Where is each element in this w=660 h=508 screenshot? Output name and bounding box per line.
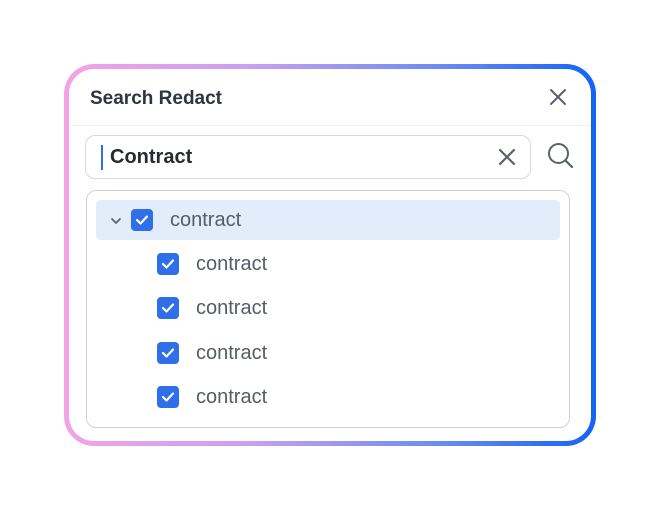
chevron-down-icon — [111, 218, 121, 224]
search-field[interactable] — [85, 135, 531, 179]
dialog-header: Search Redact — [69, 69, 591, 126]
result-group-row[interactable]: contract — [96, 200, 560, 240]
checkmark-icon — [161, 259, 175, 269]
group-label: contract — [170, 209, 242, 231]
result-label: contract — [196, 342, 268, 364]
result-item-row[interactable]: contract — [96, 288, 560, 328]
checkmark-icon — [161, 392, 175, 402]
close-icon — [550, 89, 566, 105]
result-checkbox[interactable] — [157, 253, 179, 275]
close-button[interactable] — [547, 86, 569, 108]
result-item-row[interactable]: contract — [96, 333, 560, 373]
checkmark-icon — [161, 348, 175, 358]
result-label: contract — [196, 386, 268, 408]
result-checkbox[interactable] — [157, 386, 179, 408]
results-panel: contract contract contract contract cont… — [86, 190, 570, 428]
search-icon — [548, 143, 574, 169]
result-item-row[interactable]: contract — [96, 377, 560, 417]
result-checkbox[interactable] — [157, 297, 179, 319]
search-redact-dialog: Search Redact Contract contract contract… — [69, 69, 591, 441]
clear-search-button[interactable] — [497, 147, 517, 167]
clear-icon — [498, 148, 516, 166]
result-item-row[interactable]: contract — [96, 244, 560, 284]
result-label: contract — [196, 253, 268, 275]
search-input[interactable] — [110, 142, 470, 172]
checkmark-icon — [161, 303, 175, 313]
result-checkbox[interactable] — [157, 342, 179, 364]
dialog-gradient-border: Search Redact Contract contract contract… — [64, 64, 596, 446]
group-checkbox[interactable] — [131, 209, 153, 231]
result-label: contract — [196, 297, 268, 319]
search-button[interactable] — [546, 141, 576, 171]
expand-toggle[interactable] — [110, 214, 122, 226]
checkmark-icon — [135, 215, 149, 225]
dialog-title: Search Redact — [90, 88, 223, 109]
text-caret — [101, 145, 103, 170]
